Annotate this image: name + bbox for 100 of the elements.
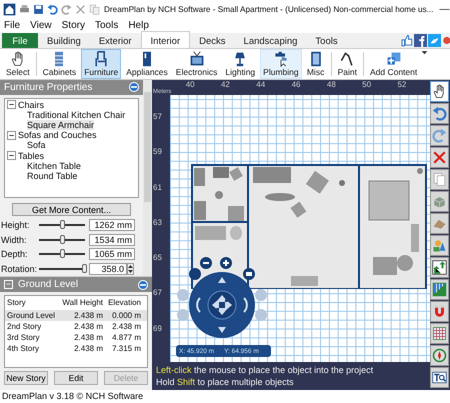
value-field[interactable]: 1262 mm [89, 219, 135, 232]
ruler-label: 63 [153, 218, 162, 227]
ribbon-tab[interactable]: Exterior [90, 33, 141, 48]
slider-thumb[interactable] [82, 264, 87, 273]
magnet-icon [432, 304, 447, 319]
ruler-label: 44 [255, 80, 266, 91]
toolbar-button[interactable]: Select [3, 49, 33, 79]
save-icon[interactable] [33, 4, 44, 14]
collapse-icon[interactable] [138, 280, 148, 290]
ribbon-tab[interactable]: Decks [190, 33, 235, 48]
ruler-label: 46 [290, 80, 302, 91]
menu-item[interactable]: View [30, 20, 52, 31]
menu-item[interactable]: Tools [94, 20, 118, 31]
grid-color-icon [432, 282, 447, 297]
expand-toggle-icon[interactable] [7, 130, 16, 140]
table-cell-text: 3rd Story [7, 332, 40, 343]
toolbar-button[interactable]: Furniture [81, 49, 122, 79]
tool-button[interactable] [430, 367, 449, 388]
toolbar-button[interactable]: Add Content [366, 49, 420, 79]
ruler-label: 69 [153, 324, 162, 333]
tree-item[interactable]: Traditional Kitchen Chair [27, 110, 126, 120]
copy-icon [432, 172, 447, 187]
toolbar-button[interactable]: Plumbing [260, 49, 302, 79]
facebook-icon[interactable] [414, 34, 427, 47]
value-field[interactable]: 1065 mm [89, 248, 135, 260]
ruler-label: 40 [184, 80, 196, 91]
close-icon[interactable] [75, 4, 86, 14]
toolbar-button[interactable]: Electronics [172, 49, 220, 79]
menu-item[interactable]: Story [62, 20, 85, 31]
table-row[interactable]: Ground Level 2.438 m 0.000 m [5, 310, 147, 321]
table-row[interactable]: 4th Story 2.438 m 7.315 m [5, 343, 147, 354]
collapse-toggle[interactable]: − [4, 280, 13, 289]
table-cell-text: Ground Level [7, 310, 56, 321]
ruler-label: 65 [153, 253, 162, 262]
print-icon[interactable] [19, 4, 30, 14]
slider-thumb[interactable] [60, 249, 65, 258]
ruler-label: 52 [396, 80, 408, 91]
redo-icon [432, 128, 447, 143]
property-label: Depth: [1, 249, 29, 260]
expand-toggle-icon[interactable] [7, 151, 16, 160]
undo-icon[interactable] [47, 4, 58, 14]
window-title: DreamPlan by NCH Software - Small Apartment - (Unlicensed) Non-commercial home us... [104, 4, 434, 14]
collapse-icon[interactable] [129, 82, 139, 92]
box-icon [432, 194, 447, 209]
tree-item[interactable]: Tables [18, 150, 44, 161]
ruler-label: 59 [153, 147, 162, 156]
slider-thumb[interactable] [60, 234, 65, 244]
table-row[interactable]: 2nd Story 2.438 m 2.438 m [5, 321, 147, 332]
table-row[interactable]: 3rd Story 2.438 m 4.877 m [5, 332, 147, 343]
toolbar-button[interactable]: Misc [304, 49, 328, 79]
property-label: Rotation: [1, 264, 38, 274]
ruler-label: 50 [361, 80, 372, 91]
toolbar-button[interactable]: Lighting [222, 49, 258, 79]
spinner-control[interactable] [127, 262, 134, 275]
app-icon [3, 2, 16, 16]
tv-icon [188, 51, 206, 67]
grid-icon [432, 326, 447, 341]
hint-text: Hold Shift to place multiple objects [156, 376, 295, 388]
tree-item[interactable]: Sofa [27, 140, 46, 151]
story-button[interactable]: New Story [4, 371, 48, 385]
menu-item[interactable]: File [4, 20, 20, 31]
minimize-button[interactable]: — [437, 4, 450, 14]
table-cell-text: 0.000 m [111, 310, 141, 321]
undo-icon [432, 106, 447, 121]
ribbon-tab[interactable]: Interior [140, 31, 190, 48]
menu-item[interactable]: Help [128, 20, 149, 31]
file-tab[interactable]: File [2, 33, 38, 48]
tree-item[interactable]: Chairs [18, 100, 44, 110]
property-label: Height: [1, 220, 31, 230]
tree-item[interactable]: Round Table [27, 170, 78, 182]
table-cell-text: 2.438 m [73, 343, 103, 354]
tool-button[interactable] [430, 257, 449, 278]
ruler-label: 67 [153, 288, 162, 298]
ribbon-tab[interactable]: Landscaping [234, 33, 306, 48]
slider-thumb[interactable] [60, 220, 65, 230]
toolbar-button[interactable]: Paint [334, 49, 360, 79]
hint-text: Left-click the mouse to place the object into the project [156, 364, 374, 376]
tool-button[interactable] [430, 81, 449, 102]
get-more-content-button[interactable]: Get More Content... [12, 203, 131, 216]
ruler-label: 57 [153, 112, 162, 121]
table-cell-text: 2nd Story [7, 321, 42, 332]
table-cell-text: 7.315 m [111, 343, 141, 354]
toolbar-button[interactable]: Appliances [123, 49, 171, 79]
ribbon-tab[interactable]: Building [38, 33, 90, 48]
tree-item[interactable]: Kitchen Table [27, 160, 81, 171]
tree-item[interactable]: Square Armchair [27, 120, 94, 130]
table-cell-text: 4.877 m [111, 332, 141, 343]
story-button[interactable]: Edit [54, 371, 98, 385]
table-cell-text: 2.438 m [111, 321, 141, 332]
value-field[interactable]: 1534 mm [89, 234, 135, 246]
expand-toggle-icon[interactable] [7, 100, 16, 110]
scrollbar[interactable] [143, 80, 152, 276]
landscape-icon [432, 238, 447, 253]
table-cell-text: 2.438 m [73, 310, 103, 321]
toolbar-button[interactable]: Cabinets [40, 49, 80, 79]
value-field[interactable]: 358.0 [89, 262, 127, 275]
floor-plan-drawing[interactable] [191, 164, 427, 289]
ribbon-tab[interactable]: Tools [306, 33, 347, 48]
tree-item[interactable]: Sofas and Couches [18, 130, 97, 140]
thumbs-up-icon[interactable] [400, 34, 413, 47]
